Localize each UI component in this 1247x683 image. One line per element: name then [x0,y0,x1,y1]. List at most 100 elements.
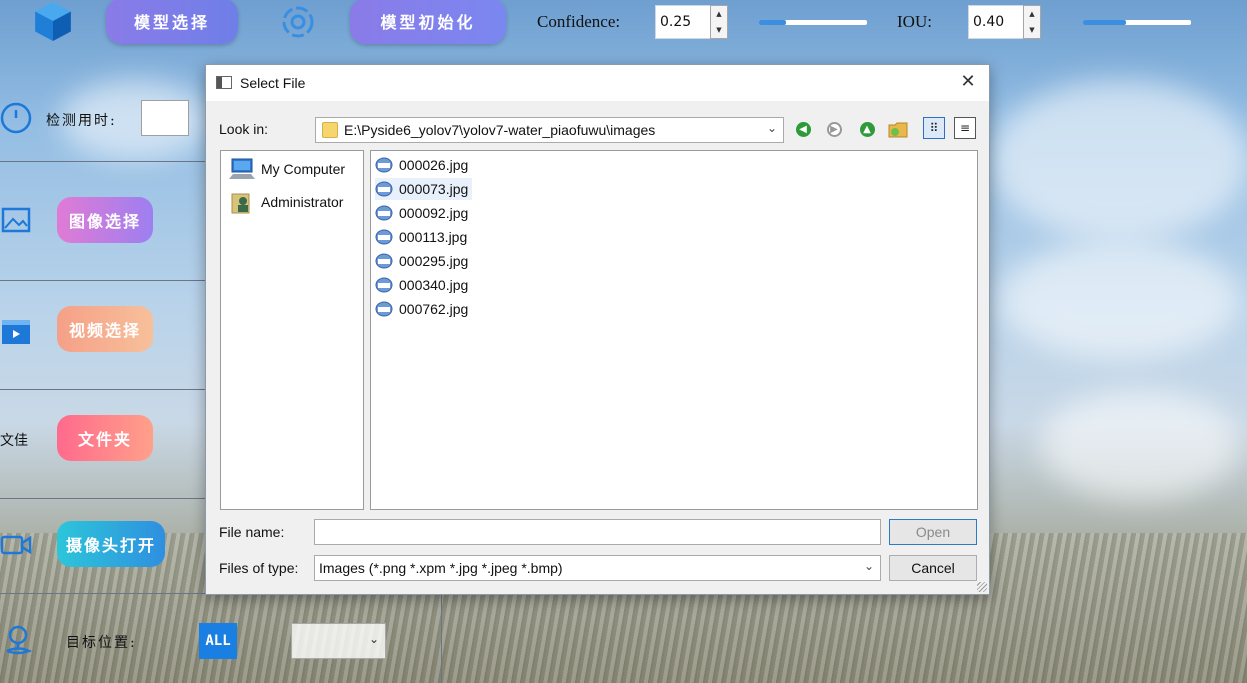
folder-side-text: 文佳 [0,433,28,449]
target-icon[interactable] [278,2,318,42]
file-name: 000113.jpg [399,229,468,245]
image-icon [1,207,31,233]
files-of-type-combo[interactable]: Images (*.png *.xpm *.jpg *.jpeg *.bmp) … [314,555,881,581]
confidence-spin-buttons[interactable]: ▲ ▼ [710,5,728,39]
iou-slider-fill [1083,20,1127,25]
files-of-type-label: Files of type: [219,560,299,576]
dialog-title: Select File [240,75,306,91]
all-targets-badge[interactable]: ALL [199,623,237,659]
file-item[interactable]: 000073.jpg [375,178,473,200]
chevron-down-icon: ⌄ [766,121,777,135]
spin-down-icon[interactable]: ▼ [711,22,727,38]
file-name: 000026.jpg [399,157,469,173]
target-select-combo[interactable]: ⌄ [291,623,386,659]
left-panel: 检测用时: 图像选择 视频选择 文佳 文件夹 摄像头打开 目标位置: [0,64,205,683]
place-label: My Computer [261,161,346,177]
model-init-button[interactable]: 模型初始化 [350,0,506,44]
forward-button[interactable]: ▶ [823,117,845,141]
folder-row: 文佳 文件夹 [0,390,205,499]
image-select-row: 图像选择 [0,162,205,281]
detect-time-row: 检测用时: [0,64,205,162]
cube-logo-icon [35,2,71,41]
iou-slider[interactable] [1083,20,1191,25]
forward-arrow-icon: ▶ [826,121,842,137]
open-button[interactable]: Open [889,519,977,545]
confidence-slider-fill [759,20,786,25]
confidence-slider[interactable] [759,20,867,25]
confidence-value: 0.25 [660,14,692,30]
new-folder-icon [888,122,908,138]
video-select-button[interactable]: 视频选择 [57,306,153,352]
background-cloud [1000,240,1240,360]
grid-icon: ⠿ [929,121,939,135]
jpg-file-icon [375,301,393,317]
file-item[interactable]: 000295.jpg [375,250,472,272]
file-item[interactable]: 000340.jpg [375,274,472,296]
cancel-button[interactable]: Cancel [889,555,977,581]
select-file-dialog: Select File ✕ Look in: E:\Pyside6_yolov7… [205,64,990,595]
place-my-computer[interactable]: My Computer [229,156,345,182]
spin-up-icon[interactable]: ▲ [711,6,727,22]
jpg-file-icon [375,157,393,173]
clock-icon [0,102,32,134]
confidence-label: Confidence: [537,12,621,31]
file-item[interactable]: 000762.jpg [375,298,472,320]
file-name-label: File name: [219,524,285,540]
up-arrow-icon: ▲ [859,121,875,137]
model-select-button[interactable]: 模型选择 [106,0,238,44]
file-name: 000073.jpg [399,181,469,197]
place-administrator[interactable]: Administrator [229,189,343,215]
chevron-down-icon: ⌄ [863,559,874,573]
camera-open-button[interactable]: 摄像头打开 [57,521,165,567]
file-name: 000340.jpg [399,277,469,293]
jpg-file-icon [375,181,393,197]
video-icon [2,320,30,344]
detect-time-label: 检测用时: [46,113,117,129]
new-folder-button[interactable] [887,117,909,141]
spin-down-icon[interactable]: ▼ [1024,22,1040,38]
detail-view-button[interactable]: ≡ [954,117,976,139]
iou-value: 0.40 [973,14,1005,30]
image-select-button[interactable]: 图像选择 [57,197,153,243]
file-name: 000092.jpg [399,205,469,221]
file-item[interactable]: 000113.jpg [375,226,471,248]
file-name-input[interactable] [314,519,881,545]
places-sidebar: My Computer Administrator [220,150,364,510]
dialog-titlebar[interactable]: Select File ✕ [206,65,989,101]
camera-icon [0,535,32,555]
location-pin-icon [6,625,33,655]
file-item[interactable]: 000026.jpg [375,154,472,176]
look-in-combo[interactable]: E:\Pyside6_yolov7\yolov7-water_piaofuwu\… [315,117,784,143]
resize-grip[interactable] [977,582,987,592]
list-view-button[interactable]: ⠿ [923,117,945,139]
window-icon [216,76,232,89]
background-cloud [990,80,1247,240]
file-name: 000295.jpg [399,253,469,269]
computer-icon [229,158,255,179]
back-arrow-icon: ◀ [795,121,811,137]
detail-list-icon: ≡ [959,121,971,135]
video-select-row: 视频选择 [0,281,205,390]
file-name: 000762.jpg [399,301,469,317]
background-cloud [1040,390,1240,500]
look-in-path: E:\Pyside6_yolov7\yolov7-water_piaofuwu\… [344,122,656,138]
files-of-type-value: Images (*.png *.xpm *.jpg *.jpeg *.bmp) [319,560,563,576]
back-button[interactable]: ◀ [792,117,814,141]
top-toolbar: 模型选择 模型初始化 Confidence: 0.25 ▲ ▼ IOU: 0.40… [0,0,1247,46]
confidence-spinbox[interactable]: 0.25 [655,5,711,39]
jpg-file-icon [375,277,393,293]
place-label: Administrator [261,194,344,210]
close-icon[interactable]: ✕ [955,69,981,95]
look-in-label: Look in: [219,121,269,137]
parent-dir-button[interactable]: ▲ [856,117,878,141]
detect-time-field [141,100,189,136]
file-list: 000026.jpg 000073.jpg 000092.jpg 000113.jpg… [370,150,978,510]
file-item[interactable]: 000092.jpg [375,202,472,224]
iou-spin-buttons[interactable]: ▲ ▼ [1023,5,1041,39]
iou-label: IOU: [897,12,932,31]
camera-row: 摄像头打开 [0,499,205,594]
folder-button[interactable]: 文件夹 [57,415,153,461]
iou-spinbox[interactable]: 0.40 [968,5,1024,39]
spin-up-icon[interactable]: ▲ [1024,6,1040,22]
target-position-label: 目标位置: [66,635,137,651]
